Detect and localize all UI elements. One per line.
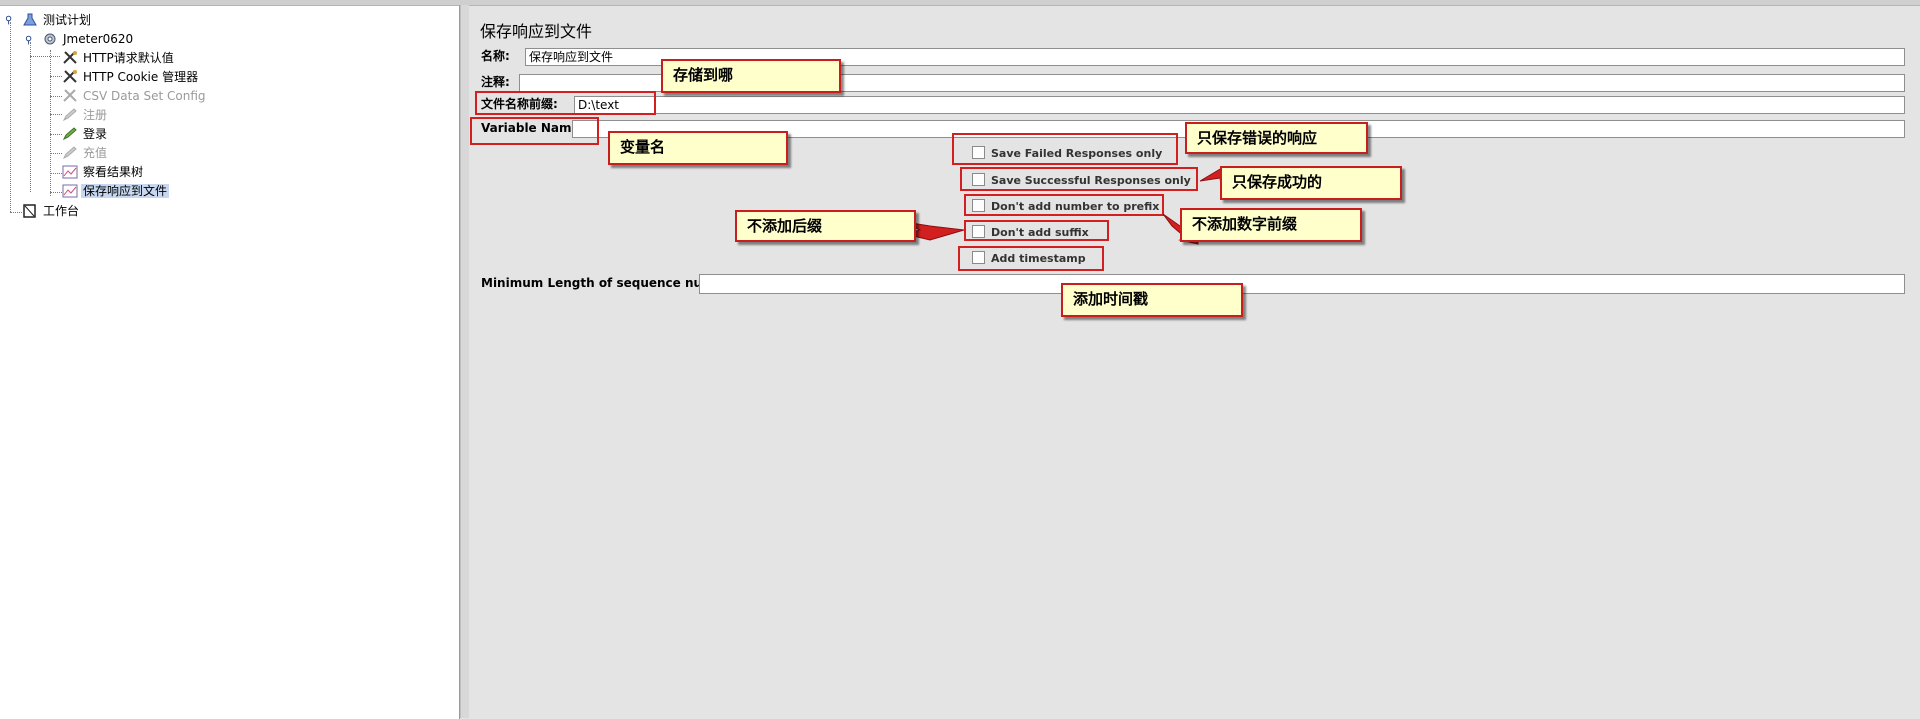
config-tools-icon	[63, 89, 77, 102]
config-tools-icon	[63, 70, 77, 83]
min-seq-length-field[interactable]	[699, 274, 1905, 294]
tree-item-csv-data-set[interactable]: CSV Data Set Config	[62, 87, 208, 105]
config-tools-icon	[63, 51, 77, 64]
tree-item-save-responses[interactable]: 保存响应到文件	[62, 182, 170, 200]
filename-prefix-field[interactable]: D:\text	[574, 96, 1905, 114]
tree-item-workbench[interactable]: 工作台	[22, 202, 81, 220]
highlight-no-number-prefix	[964, 194, 1164, 216]
callout-success-only: 只保存成功的	[1220, 166, 1402, 200]
callout-failed-only: 只保存错误的响应	[1185, 122, 1368, 154]
callout-variable-name: 变量名	[608, 131, 788, 165]
tree-item-login[interactable]: 登录	[62, 125, 109, 143]
tree-expand-handle-icon[interactable]: ⚲	[25, 35, 32, 47]
tree-connector	[50, 50, 51, 196]
pencil-icon	[62, 146, 77, 160]
graph-icon	[62, 165, 78, 179]
highlight-timestamp	[958, 246, 1104, 271]
name-label: 名称:	[481, 49, 510, 63]
comment-label: 注释:	[481, 75, 510, 89]
test-plan-icon	[23, 13, 37, 26]
tree-item-thread-group[interactable]: Jmeter0620	[42, 30, 135, 48]
highlight-successful-only	[960, 167, 1198, 191]
tree-connector	[50, 96, 62, 97]
tree-connector	[30, 42, 31, 192]
save-responses-panel: 保存响应到文件 名称: 保存响应到文件 注释: 文件名称前缀: D:\text …	[469, 5, 1920, 719]
workbench-icon	[23, 204, 36, 218]
highlight-variable-name	[470, 117, 599, 145]
highlight-failed-only	[952, 133, 1178, 165]
highlight-no-suffix	[964, 220, 1109, 241]
gear-icon	[44, 33, 56, 45]
tree-expand-handle-icon[interactable]: ⚲	[5, 15, 12, 27]
callout-add-timestamp: 添加时间戳	[1061, 283, 1243, 317]
tree-item-cookie-manager[interactable]: HTTP Cookie 管理器	[62, 68, 200, 86]
highlight-filename-prefix	[475, 91, 656, 115]
tree-item-view-results-tree[interactable]: 察看结果树	[62, 163, 145, 181]
tree-connector	[10, 22, 11, 212]
tree-connector	[30, 56, 60, 57]
tree-item-http-defaults[interactable]: HTTP请求默认值	[62, 49, 176, 67]
pencil-icon	[62, 127, 77, 141]
tree-connector	[50, 114, 62, 115]
tree-item-test-plan[interactable]: 测试计划	[22, 11, 93, 29]
tree-item-register[interactable]: 注册	[62, 106, 109, 124]
graph-icon	[62, 184, 78, 198]
tree-connector	[50, 76, 62, 77]
tree-item-recharge[interactable]: 充值	[62, 144, 109, 162]
test-plan-tree[interactable]: ⚲ ⚲ 测试计划 Jmeter0620 HTTP请求默认值 HTTP Cooki…	[0, 5, 460, 719]
tree-connector	[10, 212, 22, 213]
tree-connector	[50, 192, 62, 193]
callout-no-suffix: 不添加后缀	[735, 210, 916, 242]
tree-connector	[50, 153, 62, 154]
callout-no-number-prefix: 不添加数字前缀	[1180, 208, 1362, 242]
page-title: 保存响应到文件	[480, 22, 593, 41]
callout-store-location: 存储到哪	[661, 59, 841, 93]
pencil-icon	[62, 108, 77, 122]
tree-connector	[50, 173, 62, 174]
tree-connector	[50, 134, 62, 135]
